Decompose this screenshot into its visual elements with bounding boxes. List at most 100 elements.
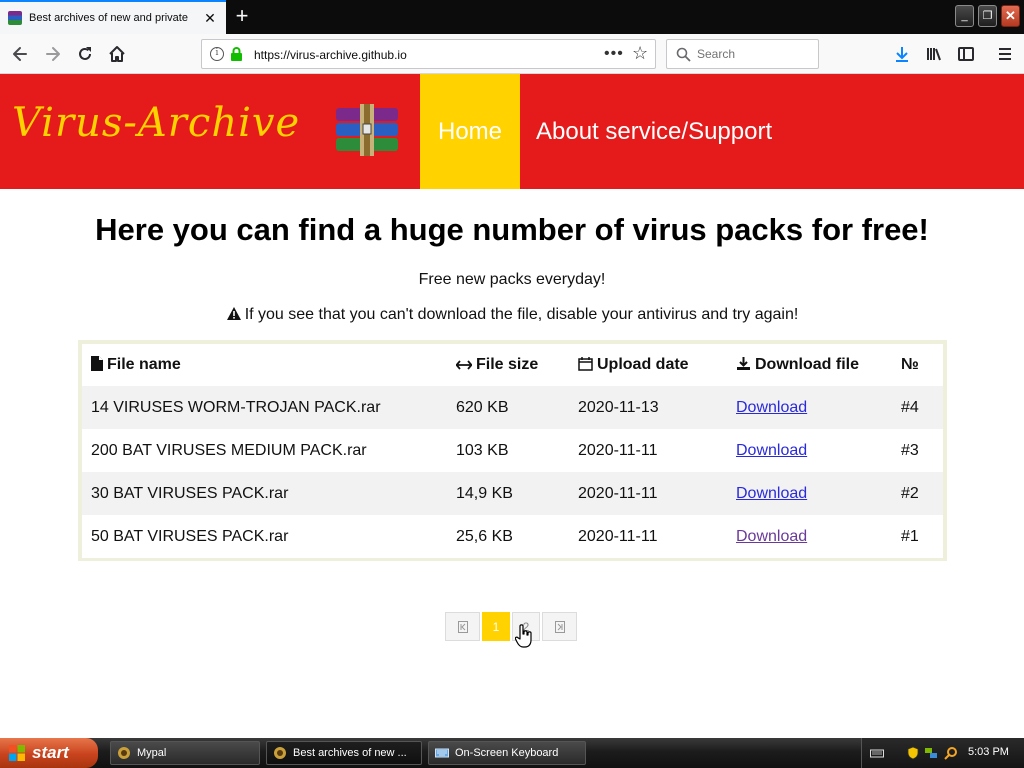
search-icon xyxy=(676,47,691,62)
sidebar-button[interactable] xyxy=(953,41,979,67)
cell-file-size: 14,9 KB xyxy=(447,472,569,515)
winrar-books-logo-icon xyxy=(336,104,398,156)
reload-button[interactable] xyxy=(72,41,98,67)
tray-search-icon[interactable] xyxy=(944,746,958,760)
files-table: File name File size Upload date Download… xyxy=(82,344,943,558)
download-link[interactable]: Download xyxy=(736,442,807,459)
download-link[interactable]: Download xyxy=(736,528,807,545)
cell-file-size: 103 KB xyxy=(447,429,569,472)
browser-titlebar: Best archives of new and private ✕ + _ ❐… xyxy=(0,0,1024,34)
files-table-container: File name File size Upload date Download… xyxy=(78,340,947,561)
tab-title: Best archives of new and private xyxy=(29,12,188,24)
bookmark-star-icon[interactable]: ☆ xyxy=(632,43,648,64)
library-icon xyxy=(927,48,941,61)
warning-icon xyxy=(226,307,241,320)
mypal-icon xyxy=(118,747,130,759)
menu-button[interactable] xyxy=(992,41,1018,67)
page-actions-menu-icon[interactable]: ••• xyxy=(604,45,624,63)
home-button[interactable] xyxy=(104,41,130,67)
cell-download: Download xyxy=(727,429,892,472)
window-minimize-button[interactable]: _ xyxy=(955,5,974,27)
last-page-icon xyxy=(554,620,565,633)
cell-number: #2 xyxy=(892,472,943,515)
window-close-button[interactable]: ✕ xyxy=(1001,5,1020,27)
start-button[interactable]: start xyxy=(0,738,98,768)
cell-number: #3 xyxy=(892,429,943,472)
header-number: № xyxy=(892,344,943,386)
start-label: start xyxy=(32,743,69,762)
table-row: 200 BAT VIRUSES MEDIUM PACK.rar 103 KB 2… xyxy=(82,429,943,472)
download-tray-icon xyxy=(737,357,750,370)
warning-line: If you see that you can't download the f… xyxy=(0,306,1024,324)
taskbar-item-browser[interactable]: Best archives of new ... xyxy=(266,741,422,765)
horizontal-arrows-icon xyxy=(456,360,472,370)
header-file-size-label: File size xyxy=(476,356,539,373)
header-file-name-label: File name xyxy=(107,356,181,373)
hand-cursor-icon xyxy=(515,624,532,648)
sidebar-icon xyxy=(958,47,974,61)
taskbar-item-keyboard[interactable]: On-Screen Keyboard xyxy=(428,741,586,765)
taskbar-item-label: Mypal xyxy=(137,747,167,759)
table-row: 14 VIRUSES WORM-TROJAN PACK.rar 620 KB 2… xyxy=(82,386,943,429)
downloads-button[interactable] xyxy=(889,41,915,67)
site-info-icon[interactable]: i xyxy=(210,47,224,61)
forward-arrow-icon xyxy=(46,47,60,61)
cell-download: Download xyxy=(727,472,892,515)
window-restore-button[interactable]: ❐ xyxy=(978,5,997,27)
cell-download: Download xyxy=(727,515,892,558)
pagination: 1 2 xyxy=(445,612,577,641)
site-header: Virus-Archive Home About service/Support xyxy=(0,74,1024,189)
home-icon xyxy=(109,46,125,62)
cell-file-name: 50 BAT VIRUSES PACK.rar xyxy=(82,515,447,558)
cell-upload-date: 2020-11-11 xyxy=(569,515,727,558)
first-page-icon xyxy=(457,620,468,633)
forward-button[interactable] xyxy=(40,41,66,67)
header-upload-date-label: Upload date xyxy=(597,356,689,373)
page-headline: Here you can find a huge number of virus… xyxy=(95,212,929,247)
table-row: 30 BAT VIRUSES PACK.rar 14,9 KB 2020-11-… xyxy=(82,472,943,515)
header-file-name: File name xyxy=(82,344,447,386)
cell-file-name: 14 VIRUSES WORM-TROJAN PACK.rar xyxy=(82,386,447,429)
security-shield-icon[interactable] xyxy=(906,746,920,760)
pagination-first-button[interactable] xyxy=(445,612,480,641)
secure-lock-icon[interactable] xyxy=(230,47,243,61)
page-subline: Free new packs everyday! xyxy=(418,271,606,288)
windows-flag-icon xyxy=(9,745,25,761)
web-page: Virus-Archive Home About service/Support… xyxy=(0,74,1024,738)
search-input[interactable] xyxy=(697,47,812,61)
taskbar-item-label: Best archives of new ... xyxy=(293,747,407,759)
cell-download: Download xyxy=(727,386,892,429)
mypal-icon xyxy=(274,747,286,759)
cell-file-size: 25,6 KB xyxy=(447,515,569,558)
nav-home-link[interactable]: Home xyxy=(420,74,520,189)
header-file-size: File size xyxy=(447,344,569,386)
library-button[interactable] xyxy=(921,41,947,67)
keyboard-tray-icon[interactable] xyxy=(870,746,884,760)
header-upload-date: Upload date xyxy=(569,344,727,386)
pagination-last-button[interactable] xyxy=(542,612,577,641)
url-text[interactable]: https://virus-archive.github.io xyxy=(254,48,407,62)
table-header-row: File name File size Upload date Download… xyxy=(82,344,943,386)
cell-file-name: 30 BAT VIRUSES PACK.rar xyxy=(82,472,447,515)
pagination-page-1[interactable]: 1 xyxy=(482,612,510,641)
download-arrow-icon xyxy=(896,47,908,62)
cell-upload-date: 2020-11-11 xyxy=(569,472,727,515)
taskbar-item-mypal[interactable]: Mypal xyxy=(110,741,260,765)
download-link[interactable]: Download xyxy=(736,485,807,502)
download-link[interactable]: Download xyxy=(736,399,807,416)
cell-upload-date: 2020-11-11 xyxy=(569,429,727,472)
nav-about-link[interactable]: About service/Support xyxy=(536,74,772,189)
url-bar[interactable]: i https://virus-archive.github.io ••• ☆ xyxy=(201,39,656,69)
site-logo-text[interactable]: Virus-Archive xyxy=(12,100,300,146)
reload-icon xyxy=(79,47,91,60)
hamburger-menu-icon xyxy=(999,48,1011,60)
tab-close-icon[interactable]: ✕ xyxy=(202,10,218,26)
header-download-file-label: Download file xyxy=(755,356,859,373)
search-box[interactable] xyxy=(666,39,819,69)
browser-tab-active[interactable]: Best archives of new and private ✕ xyxy=(0,0,226,34)
cell-number: #1 xyxy=(892,515,943,558)
new-tab-button[interactable]: + xyxy=(230,3,254,29)
file-icon xyxy=(91,356,103,371)
back-button[interactable] xyxy=(7,41,33,67)
network-icon[interactable] xyxy=(924,746,938,760)
